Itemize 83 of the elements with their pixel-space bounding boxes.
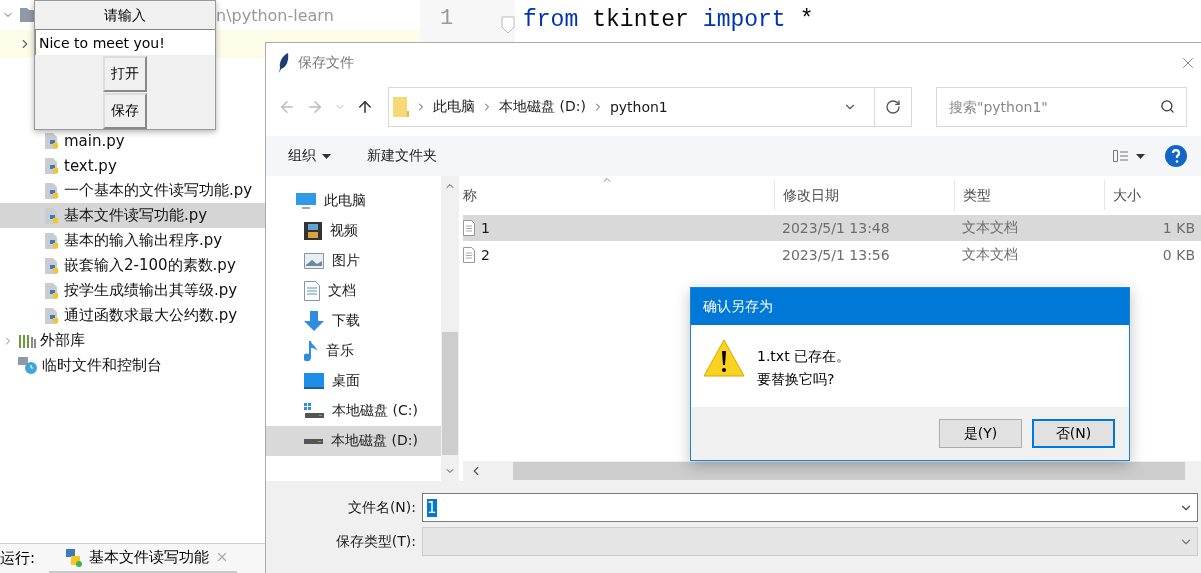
message-text: 要替换它吗? — [757, 370, 836, 389]
text-entry[interactable]: Nice to meet you! — [35, 29, 215, 55]
search-field[interactable]: 搜索"python1" — [936, 87, 1187, 127]
file-row[interactable]: 1 2023/5/1 13:48 文本文档 1 KB — [463, 215, 1201, 241]
file-name: 1 — [481, 220, 490, 236]
nav-item[interactable]: 下载 — [266, 306, 441, 336]
python-file-icon — [44, 231, 60, 250]
nav-item[interactable]: 桌面 — [266, 366, 441, 396]
filename-label: 文件名(N): — [346, 498, 417, 517]
python-file-icon — [44, 206, 60, 225]
drive-icon — [304, 403, 324, 419]
dialog-title: 保存文件 — [298, 54, 355, 72]
nav-item[interactable]: 文档 — [266, 276, 441, 306]
filetype-label: 保存类型(T): — [334, 532, 417, 551]
nav-item[interactable]: 本地磁盘 (C:) — [266, 396, 441, 426]
new-folder-button[interactable]: 新建文件夹 — [367, 147, 437, 165]
feather-icon — [278, 53, 290, 73]
dialog-button[interactable]: 否(N) — [1032, 419, 1115, 448]
organize-menu[interactable]: 组织 — [288, 147, 331, 165]
run-tab[interactable]: 基本文件读写功能 — [49, 543, 238, 573]
column-header[interactable]: 大小 — [1104, 180, 1199, 210]
film-icon — [304, 222, 322, 240]
dialog-title: 确认另存为 — [691, 288, 1129, 325]
python-file-icon — [44, 256, 60, 275]
nav-item[interactable]: 本地磁盘 (D:) — [266, 426, 441, 456]
picture-icon — [304, 253, 324, 269]
code-line: from tkinter import * — [522, 6, 814, 35]
file-size: 1 KB — [1161, 220, 1196, 236]
refresh-icon — [885, 99, 901, 115]
back-button[interactable] — [278, 98, 296, 116]
text-file-icon — [463, 247, 475, 263]
column-header[interactable]: 修改日期 — [774, 180, 954, 210]
help-icon[interactable] — [1165, 145, 1187, 167]
up-button[interactable] — [356, 98, 374, 116]
text-file-icon — [463, 220, 475, 236]
modified-date: 2023/5/1 13:56 — [781, 247, 891, 263]
address-bar[interactable]: 此电脑 本地磁盘 (D:) python1 — [388, 87, 912, 127]
file-type: 文本文档 — [961, 219, 1019, 237]
nav-item[interactable]: 图片 — [266, 246, 441, 276]
music-note-icon — [304, 341, 318, 361]
python-file-icon — [44, 281, 60, 300]
scrollbar-thumb[interactable] — [513, 462, 1185, 480]
details-view-icon — [1113, 150, 1145, 162]
python-file-icon — [44, 131, 60, 150]
message-text: 1.txt 已存在。 — [757, 347, 851, 366]
python-file-icon — [44, 306, 60, 325]
file-type: 文本文档 — [961, 246, 1019, 264]
run-label: 运行: — [0, 549, 36, 568]
download-arrow-icon — [304, 311, 324, 331]
caret-icon — [322, 153, 331, 159]
dialog-button[interactable]: 是(Y) — [939, 419, 1022, 448]
forward-button[interactable] — [306, 98, 324, 116]
warning-icon — [703, 339, 745, 377]
drive-icon — [304, 438, 323, 444]
modified-date: 2023/5/1 13:48 — [781, 220, 891, 236]
view-options-button[interactable] — [1113, 150, 1145, 162]
desktop-icon — [304, 373, 324, 389]
line-number: 1 — [440, 6, 454, 33]
breadcrumb[interactable]: python1 — [609, 99, 668, 115]
breadcrumb[interactable]: 本地磁盘 (D:) — [499, 98, 586, 116]
filename-field[interactable]: 1 — [422, 493, 1198, 522]
file-size: 0 KB — [1161, 247, 1196, 263]
forward-arrow-icon — [306, 98, 324, 116]
nav-item[interactable]: 音乐 — [266, 336, 441, 366]
prompt-label: 请输入 — [104, 6, 146, 25]
library-bars-icon — [18, 333, 36, 348]
tk-button[interactable]: 保存 — [103, 93, 147, 129]
breadcrumb[interactable]: 此电脑 — [433, 98, 475, 116]
search-icon — [1160, 99, 1175, 114]
python-file-icon — [44, 156, 60, 175]
column-header[interactable]: 类型 — [954, 180, 1104, 210]
python-file-icon — [44, 181, 60, 200]
folder-icon — [393, 97, 409, 117]
python-logo-icon — [63, 547, 84, 567]
computer-icon — [296, 192, 316, 210]
tk-button[interactable]: 打开 — [103, 56, 147, 92]
scrollbar-thumb[interactable] — [442, 332, 458, 455]
file-name: 2 — [481, 247, 490, 263]
file-row[interactable]: 2 2023/5/1 13:56 文本文档 0 KB — [463, 242, 1201, 268]
column-header[interactable]: 称 — [463, 180, 774, 210]
project-path: n\python-learn — [216, 5, 334, 25]
scratch-clock-icon — [18, 356, 38, 375]
document-icon — [304, 281, 320, 301]
